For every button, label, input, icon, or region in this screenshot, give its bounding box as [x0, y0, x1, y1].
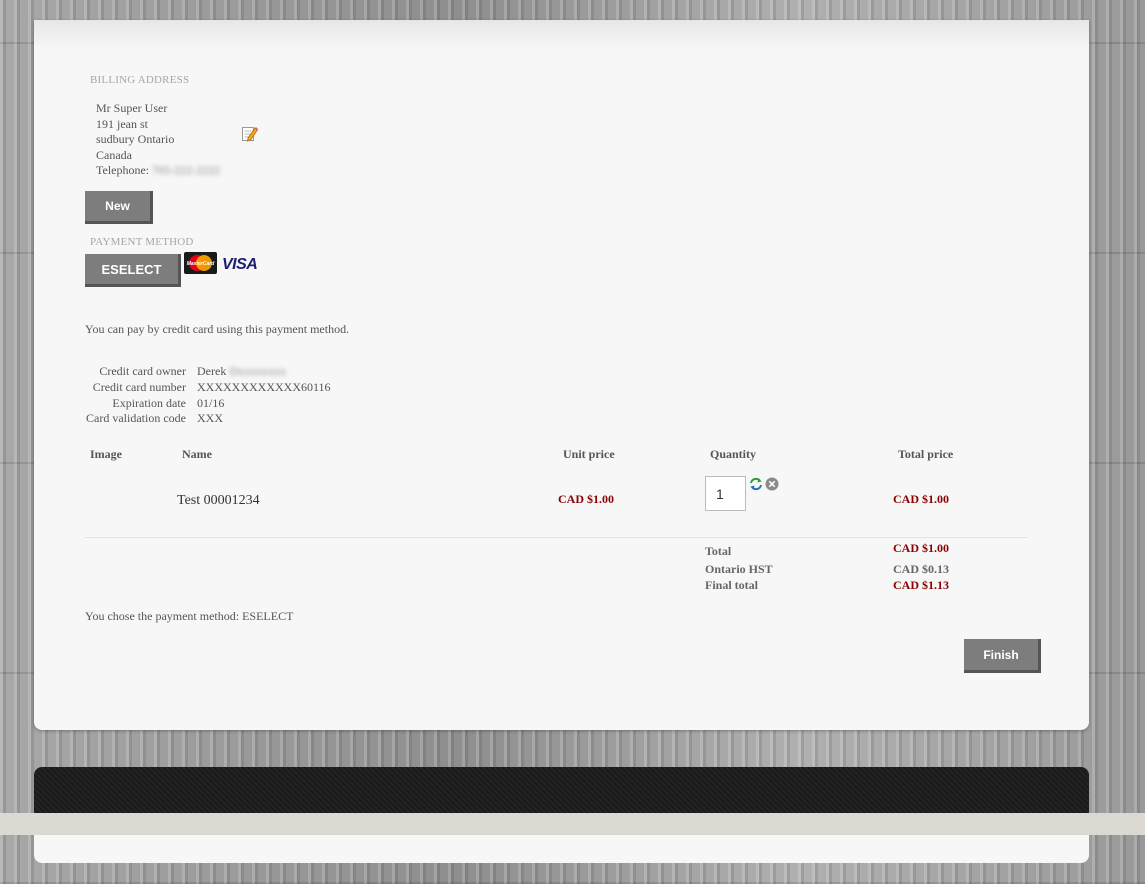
- card-number-value: XXXXXXXXXXXX60116: [197, 380, 331, 394]
- header-name: Name: [182, 447, 212, 461]
- billing-street: 191 jean st: [96, 116, 148, 131]
- owner-first: Derek: [197, 364, 227, 378]
- tax-label: Ontario HST: [705, 562, 773, 576]
- owner-last: Dxxxxxxxx: [229, 364, 286, 378]
- header-quantity: Quantity: [710, 447, 757, 461]
- edit-icon[interactable]: [241, 125, 259, 143]
- telephone-value: 705-222-2222: [152, 163, 221, 177]
- billing-address: Mr Super User 191 jean st sudbury Ontari…: [96, 101, 220, 179]
- footer-bottom: [34, 835, 1089, 863]
- payment-heading: PAYMENT METHOD: [90, 236, 194, 248]
- total-value: CAD $1.00: [893, 541, 949, 555]
- billing-heading: BILLING ADDRESS: [90, 74, 190, 86]
- cvc-value: XXX: [197, 411, 223, 425]
- quantity-input[interactable]: [705, 476, 746, 511]
- total-label: Total: [705, 544, 732, 558]
- cvc-label: Card validation code: [86, 411, 186, 425]
- owner-value: Derek Dxxxxxxxx: [197, 364, 286, 379]
- billing-telephone: Telephone: 705-222-2222: [96, 163, 220, 179]
- billing-name: Mr Super User: [96, 101, 168, 115]
- expiry-label: Expiration date: [112, 396, 186, 410]
- final-total-label: Final total: [705, 578, 758, 592]
- telephone-label: Telephone:: [96, 163, 150, 177]
- billing-city: sudbury Ontario: [96, 132, 175, 146]
- tax-value: CAD $0.13: [893, 562, 949, 576]
- owner-label: Credit card owner: [99, 364, 186, 378]
- refresh-icon[interactable]: [748, 476, 764, 492]
- card-number-label: Credit card number: [92, 380, 186, 394]
- item-total-price: CAD $1.00: [893, 492, 949, 506]
- expiry-value: 01/16: [197, 396, 225, 410]
- item-name: Test 00001234: [177, 493, 260, 508]
- header-image: Image: [90, 447, 122, 461]
- visa-logo: VISA: [222, 256, 258, 273]
- payment-description: You can pay by credit card using this pa…: [85, 322, 350, 336]
- final-total-value: CAD $1.13: [893, 578, 949, 592]
- eselect-button[interactable]: ESELECT: [85, 254, 181, 287]
- header-total-price: Total price: [898, 447, 954, 461]
- footer-bar: [34, 767, 1089, 815]
- footer-strip: [0, 813, 1145, 835]
- table-divider: [85, 537, 1028, 538]
- billing-country: Canada: [96, 147, 132, 162]
- mastercard-logo: MasterCard: [184, 252, 217, 274]
- new-address-button[interactable]: New: [85, 191, 153, 224]
- item-unit-price: CAD $1.00: [558, 492, 614, 506]
- checkout-panel: BILLING ADDRESS Mr Super User 191 jean s…: [34, 20, 1089, 730]
- header-unit-price: Unit price: [563, 447, 615, 461]
- mastercard-text: MasterCard: [187, 261, 215, 267]
- finish-button[interactable]: Finish: [964, 639, 1041, 673]
- chosen-method-text: You chose the payment method: ESELECT: [85, 609, 294, 623]
- remove-icon[interactable]: [765, 477, 779, 491]
